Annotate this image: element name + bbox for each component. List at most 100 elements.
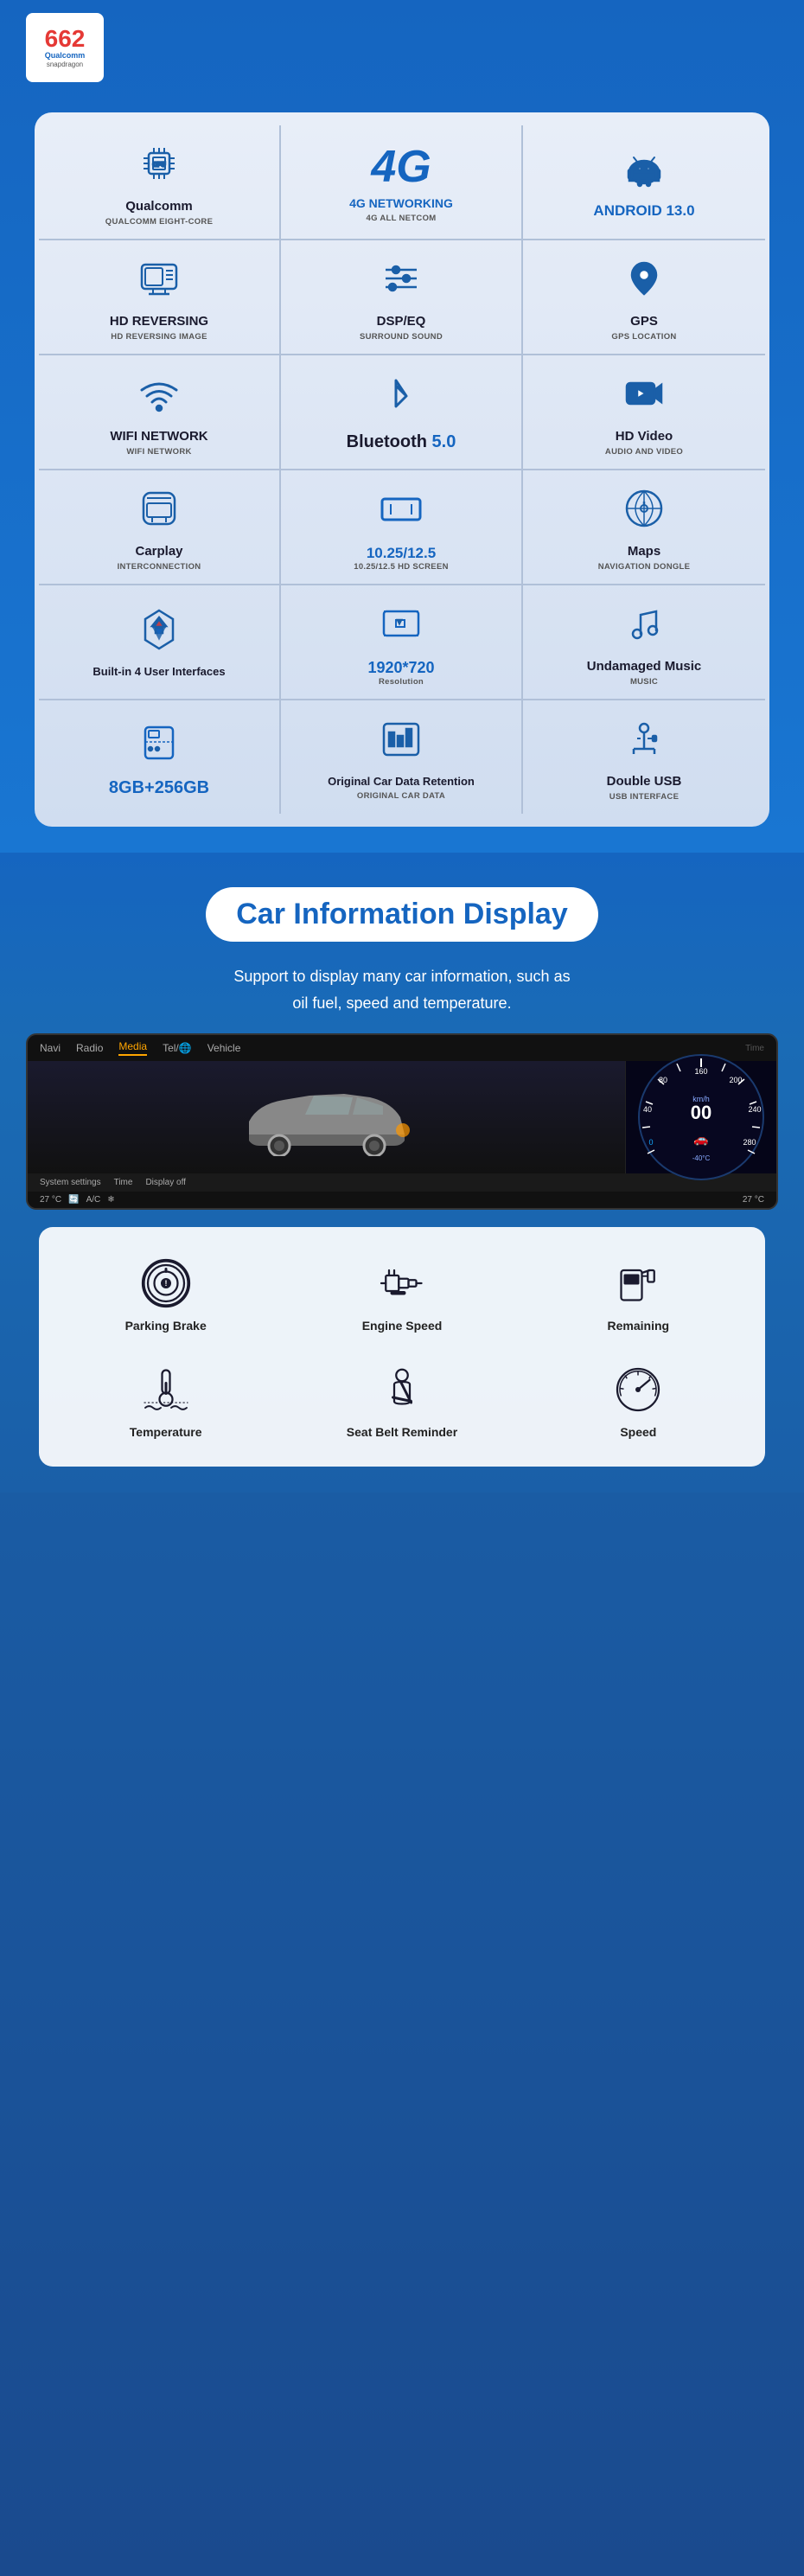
svg-text:-40°C: -40°C [692, 1154, 711, 1162]
car-silhouette [232, 1078, 422, 1156]
dsp-title: DSP/EQ [377, 314, 426, 329]
feature-hd-reversing: HD REVERSING HD REVERSING IMAGE [39, 240, 281, 355]
status-parking-brake: ! Parking Brake [52, 1244, 279, 1342]
svg-text:!: ! [164, 1279, 167, 1288]
bluetooth-icon [379, 374, 424, 425]
hd-reversing-icon [137, 256, 182, 307]
android-title: ANDROID 13.0 [593, 202, 694, 220]
svg-text:🚗: 🚗 [693, 1132, 708, 1147]
status-engine-speed: Engine Speed [288, 1244, 515, 1342]
usb-title: Double USB [607, 774, 682, 789]
dsp-icon [379, 256, 424, 307]
status-grid: ! Parking Brake Engine Speed [52, 1244, 752, 1448]
carplay-icon [137, 486, 182, 537]
badge-brand: Qualcomm [45, 51, 86, 61]
cpu-title: Qualcomm [125, 199, 193, 214]
status-speed: Speed [525, 1351, 752, 1448]
remaining-label: Remaining [608, 1318, 670, 1333]
maps-title: Maps [628, 544, 660, 559]
dash-content: 160 200 240 280 80 40 0 km/h 00 🚗 -40°C [28, 1061, 776, 1173]
dash-status-bar: 27 °C 🔄 A/C ❄ 27 °C [28, 1192, 776, 1208]
car-data-icon [379, 717, 424, 768]
cardata-title: Original Car Data Retention [328, 775, 475, 789]
svg-text:40: 40 [643, 1105, 652, 1114]
hd-video-icon [622, 371, 667, 422]
status-card: ! Parking Brake Engine Speed [39, 1227, 765, 1466]
gps-subtitle: GPS LOCATION [611, 332, 676, 342]
car-svg [232, 1078, 422, 1156]
feature-hdvideo: HD Video AUDIO AND VIDEO [523, 355, 765, 470]
usb-icon [622, 716, 667, 767]
feature-screen: 10.25/12.5 10.25/12.5 HD SCREEN [281, 470, 523, 585]
seat-belt-icon [376, 1364, 428, 1416]
4g-subtitle: 4G ALL NETCOM [367, 214, 437, 223]
feature-resolution: 1920*720 Resolution [281, 585, 523, 700]
badge-model: snapdragon [47, 61, 83, 68]
status-remaining: Remaining [525, 1244, 752, 1342]
speed-icon [612, 1364, 664, 1416]
gps-title: GPS [630, 314, 658, 329]
display-off-label: Display off [145, 1178, 186, 1187]
music-subtitle: MUSIC [630, 677, 658, 687]
feature-ui: Built-in 4 User Interfaces [39, 585, 281, 700]
temp2-label: 27 °C [743, 1195, 764, 1205]
nav-media: Media [118, 1040, 147, 1056]
carplay-subtitle: INTERCONNECTION [118, 562, 201, 572]
svg-text:240: 240 [748, 1105, 761, 1114]
feature-carplay: Carplay INTERCONNECTION [39, 470, 281, 585]
car-info-desc: Support to display many car information,… [26, 963, 778, 1016]
features-card: CPU Qualcomm [35, 112, 769, 827]
bluetooth-title: Bluetooth 5.0 [347, 431, 456, 452]
time-label: Time [114, 1178, 133, 1187]
svg-text:CPU: CPU [153, 163, 166, 169]
svg-text:160: 160 [694, 1067, 707, 1076]
feature-cpu: CPU Qualcomm [39, 125, 281, 240]
nav-vehicle: Vehicle [207, 1042, 241, 1054]
parking-brake-label: Parking Brake [125, 1318, 207, 1333]
engine-speed-icon [376, 1257, 428, 1309]
feature-maps: Maps NAVIGATION DONGLE [523, 470, 765, 585]
engine-speed-label: Engine Speed [362, 1318, 443, 1333]
cardata-subtitle: ORIGINAL CAR DATA [357, 791, 445, 801]
android-icon [622, 144, 667, 195]
ui-icon [137, 607, 182, 658]
carplay-title: Carplay [135, 544, 182, 559]
temperature-label: Temperature [130, 1424, 202, 1440]
svg-text:280: 280 [743, 1138, 756, 1147]
speed-label: Speed [620, 1424, 656, 1440]
nav-radio: Radio [76, 1042, 103, 1054]
car-info-section: Car Information Display Support to displ… [0, 853, 804, 1493]
hd-reversing-title: HD REVERSING [110, 314, 208, 329]
feature-gps: GPS GPS LOCATION [523, 240, 765, 355]
nav-navi: Navi [40, 1042, 61, 1054]
feature-dsp: DSP/EQ SURROUND SOUND [281, 240, 523, 355]
hdvideo-subtitle: AUDIO AND VIDEO [605, 447, 683, 457]
wifi-icon [137, 371, 182, 422]
status-temperature: Temperature [52, 1351, 279, 1448]
feature-wifi: WIFI NETWORK WIFI NETWORK [39, 355, 281, 470]
svg-text:80: 80 [659, 1076, 667, 1084]
music-icon [622, 601, 667, 652]
parking-brake-icon: ! [140, 1257, 192, 1309]
storage-icon [137, 720, 182, 771]
music-title: Undamaged Music [587, 659, 702, 674]
gps-icon [622, 256, 667, 307]
resolution-title: 1920*720 [367, 659, 434, 677]
wifi-subtitle: WIFI NETWORK [126, 447, 191, 457]
svg-text:200: 200 [729, 1076, 742, 1084]
remaining-fuel-icon [612, 1257, 664, 1309]
feature-bluetooth: Bluetooth 5.0 [281, 355, 523, 470]
resolution-icon [379, 601, 424, 652]
temp1-label: 27 °C [40, 1195, 61, 1205]
screen-subtitle: 10.25/12.5 HD SCREEN [354, 562, 449, 572]
feature-4g: 4G 4G NETWORKING 4G ALL NETCOM [281, 125, 523, 240]
feature-usb: Double USB USB INTERFACE [523, 700, 765, 814]
dash-speedo-area: 160 200 240 280 80 40 0 km/h 00 🚗 -40°C [625, 1061, 776, 1173]
svg-text:0: 0 [648, 1138, 653, 1147]
badge-number: 662 [45, 27, 86, 51]
dsp-subtitle: SURROUND SOUND [360, 332, 443, 342]
dashboard-display: Navi Radio Media Tel/🌐 Vehicle Time [26, 1033, 778, 1210]
ui-title: Built-in 4 User Interfaces [93, 665, 225, 679]
usb-subtitle: USB INTERFACE [609, 792, 679, 802]
dash-car-area [28, 1061, 625, 1173]
